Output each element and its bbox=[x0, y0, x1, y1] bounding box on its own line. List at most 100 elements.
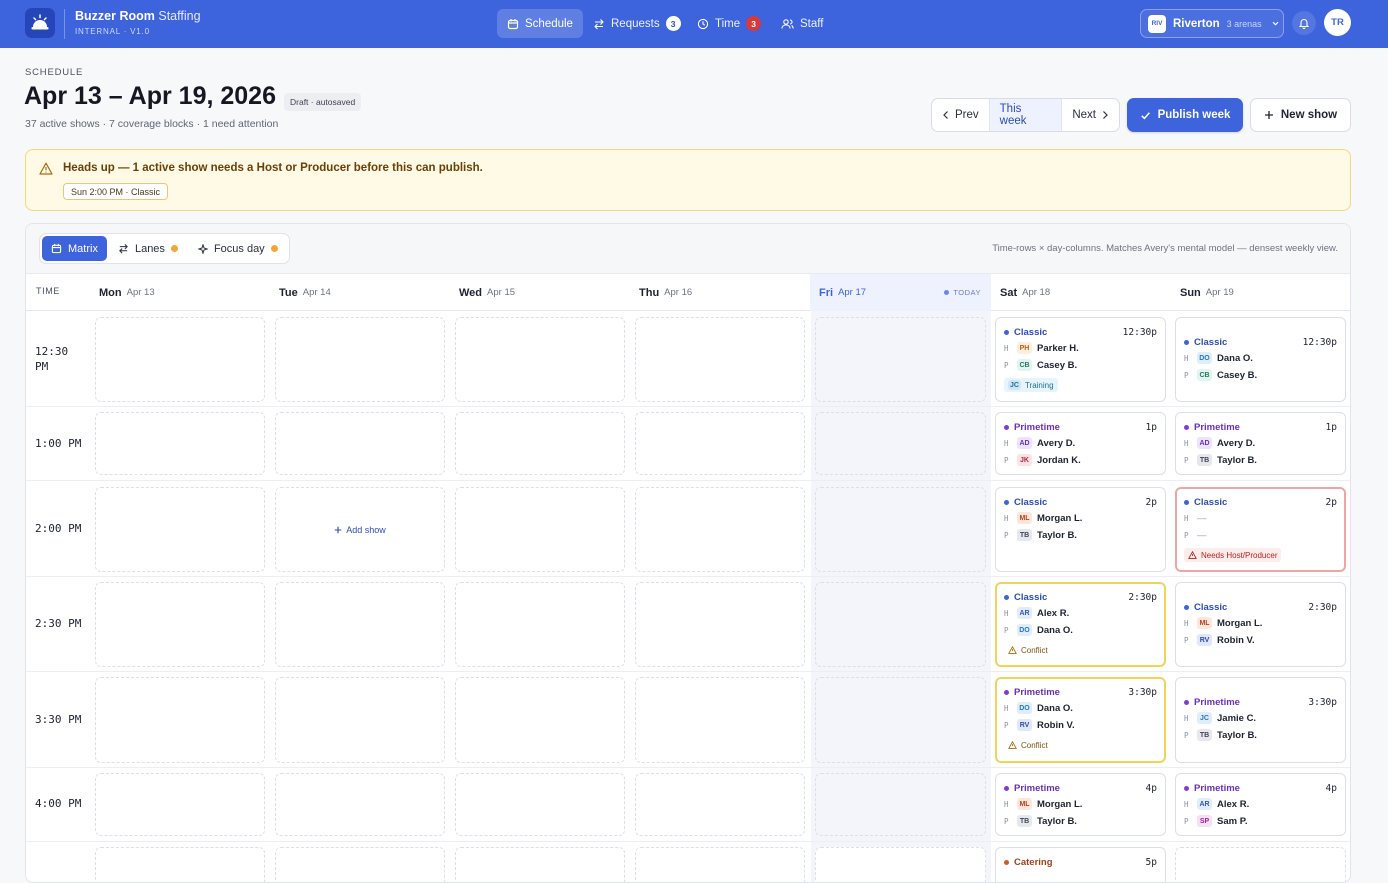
empty-slot[interactable] bbox=[95, 677, 265, 763]
host-row[interactable]: H AR Alex R. bbox=[1004, 605, 1157, 621]
empty-slot[interactable] bbox=[635, 412, 805, 475]
producer-row[interactable]: P DO Dana O. bbox=[1004, 622, 1157, 638]
host-row[interactable]: H AD Avery D. bbox=[1184, 435, 1337, 451]
producer-row[interactable]: P TB Taylor B. bbox=[1184, 727, 1337, 743]
empty-slot[interactable] bbox=[275, 677, 445, 763]
empty-slot[interactable] bbox=[815, 582, 986, 667]
view-switcher: Matrix Lanes Focus day bbox=[39, 233, 290, 264]
empty-slot[interactable] bbox=[95, 412, 265, 475]
host-row[interactable]: H JC Jamie C. bbox=[1184, 710, 1337, 726]
empty-slot[interactable] bbox=[1175, 847, 1346, 882]
empty-slot[interactable] bbox=[95, 773, 265, 836]
publish-warning-banner: Heads up — 1 active show needs a Host or… bbox=[25, 149, 1351, 211]
empty-slot[interactable] bbox=[95, 487, 265, 572]
host-row[interactable]: H ML Morgan L. bbox=[1004, 796, 1157, 812]
view-focus-tab[interactable]: Focus day bbox=[189, 236, 287, 261]
empty-slot[interactable] bbox=[275, 317, 445, 402]
prev-week-button[interactable]: Prev bbox=[932, 99, 990, 131]
empty-slot[interactable] bbox=[635, 582, 805, 667]
show-time: 12:30p bbox=[1122, 327, 1157, 338]
app-logo[interactable] bbox=[25, 8, 55, 38]
show-time: 3:30p bbox=[1308, 697, 1337, 708]
host-row[interactable]: H DO Dana O. bbox=[1004, 700, 1157, 716]
nav-tab-requests[interactable]: Requests 3 bbox=[583, 9, 691, 38]
host-row[interactable]: H AD Avery D. bbox=[1004, 435, 1157, 451]
producer-row[interactable]: P CB Casey B. bbox=[1004, 357, 1157, 373]
empty-slot[interactable] bbox=[635, 317, 805, 402]
show-card-sat-100[interactable]: Primetime 1p H AD Avery D. P JK Jordan K. bbox=[995, 412, 1166, 475]
producer-row[interactable]: P CB Casey B. bbox=[1184, 367, 1337, 383]
notifications-button[interactable] bbox=[1292, 11, 1316, 35]
show-card-sun-400[interactable]: Primetime 4p H AR Alex R. P SP Sam P. bbox=[1175, 773, 1346, 836]
nav-tab-staff[interactable]: Staff bbox=[771, 9, 833, 38]
producer-row[interactable]: P TB Taylor B. bbox=[1184, 452, 1337, 468]
empty-slot[interactable] bbox=[455, 773, 625, 836]
empty-slot[interactable] bbox=[95, 582, 265, 667]
clock-icon bbox=[697, 18, 709, 29]
empty-slot[interactable] bbox=[455, 487, 625, 572]
producer-row[interactable]: P RV Robin V. bbox=[1004, 717, 1157, 733]
empty-slot[interactable] bbox=[635, 677, 805, 763]
day-header-row: TIME Mon Apr 13 Tue Apr 14 Wed Apr 15 Thu Ap… bbox=[26, 274, 1350, 311]
add-show-button[interactable]: Add show bbox=[276, 488, 444, 571]
producer-row[interactable]: P TB Taylor B. bbox=[1004, 527, 1157, 543]
show-card-sat-1230[interactable]: Classic 12:30p H PH Parker H. P CB Casey B. J… bbox=[995, 317, 1166, 402]
empty-slot[interactable] bbox=[635, 487, 805, 572]
empty-slot[interactable] bbox=[815, 677, 986, 763]
empty-slot[interactable] bbox=[455, 412, 625, 475]
show-card-sat-400[interactable]: Primetime 4p H ML Morgan L. P TB Taylor B. bbox=[995, 773, 1166, 836]
show-card-sat-230[interactable]: Classic 2:30p H AR Alex R. P DO Dana O. Confl… bbox=[995, 582, 1166, 667]
empty-slot[interactable] bbox=[815, 773, 986, 836]
host-row[interactable]: H ML Morgan L. bbox=[1004, 510, 1157, 526]
empty-slot[interactable] bbox=[815, 412, 986, 475]
show-card-sat-500[interactable]: Catering 5p bbox=[995, 847, 1166, 882]
empty-slot[interactable] bbox=[275, 847, 445, 882]
schedule-panel: Matrix Lanes Focus day Time-rows × day-c… bbox=[25, 223, 1351, 883]
nav-tab-label: Staff bbox=[800, 17, 824, 30]
empty-slot[interactable] bbox=[815, 317, 986, 402]
empty-slot[interactable] bbox=[455, 677, 625, 763]
show-card-sun-330[interactable]: Primetime 3:30p H JC Jamie C. P TB Taylor B. bbox=[1175, 677, 1346, 763]
this-week-button[interactable]: This week bbox=[989, 99, 1063, 131]
host-row[interactable]: H AR Alex R. bbox=[1184, 796, 1337, 812]
producer-row[interactable]: P TB Taylor B. bbox=[1004, 813, 1157, 829]
empty-slot[interactable] bbox=[275, 773, 445, 836]
view-matrix-tab[interactable]: Matrix bbox=[42, 236, 107, 261]
empty-slot[interactable] bbox=[635, 773, 805, 836]
show-card-sun-1230[interactable]: Classic 12:30p H DO Dana O. P CB Casey B. bbox=[1175, 317, 1346, 402]
empty-slot[interactable] bbox=[455, 847, 625, 882]
producer-row[interactable]: P JK Jordan K. bbox=[1004, 452, 1157, 468]
empty-slot[interactable] bbox=[95, 847, 265, 882]
host-row[interactable]: H DO Dana O. bbox=[1184, 350, 1337, 366]
empty-slot[interactable] bbox=[815, 847, 986, 882]
empty-slot[interactable] bbox=[455, 582, 625, 667]
empty-slot[interactable] bbox=[455, 317, 625, 402]
producer-row[interactable]: P RV Robin V. bbox=[1184, 632, 1337, 648]
warning-show-chip[interactable]: Sun 2:00 PM · Classic bbox=[63, 183, 169, 200]
empty-slot[interactable] bbox=[95, 317, 265, 402]
producer-row[interactable]: P SP Sam P. bbox=[1184, 813, 1337, 829]
view-lanes-tab[interactable]: Lanes bbox=[109, 236, 187, 261]
empty-slot[interactable] bbox=[275, 412, 445, 475]
host-row[interactable]: H — bbox=[1184, 510, 1337, 526]
producer-row[interactable]: P — bbox=[1184, 527, 1337, 543]
user-avatar[interactable]: TR bbox=[1324, 9, 1351, 36]
nav-tab-schedule[interactable]: Schedule bbox=[497, 9, 583, 38]
show-card-sun-230[interactable]: Classic 2:30p H ML Morgan L. P RV Robin V. bbox=[1175, 582, 1346, 667]
add-show-slot[interactable]: Add show bbox=[275, 487, 445, 572]
host-row[interactable]: H PH Parker H. bbox=[1004, 340, 1157, 356]
show-card-sun-200[interactable]: Classic 2p H — P — Needs Host/Producer bbox=[1175, 487, 1346, 572]
publish-week-button[interactable]: Publish week bbox=[1127, 98, 1243, 132]
nav-tab-time[interactable]: Time 3 bbox=[687, 9, 771, 38]
show-type: Classic bbox=[1184, 337, 1227, 348]
show-card-sun-100[interactable]: Primetime 1p H AD Avery D. P TB Taylor B. bbox=[1175, 412, 1346, 475]
host-row[interactable]: H ML Morgan L. bbox=[1184, 615, 1337, 631]
location-switcher[interactable]: RIV Riverton 3 arenas bbox=[1140, 9, 1284, 38]
empty-slot[interactable] bbox=[635, 847, 805, 882]
empty-slot[interactable] bbox=[815, 487, 986, 572]
empty-slot[interactable] bbox=[275, 582, 445, 667]
show-card-sat-330[interactable]: Primetime 3:30p H DO Dana O. P RV Robin V. Co… bbox=[995, 677, 1166, 763]
new-show-button[interactable]: New show bbox=[1250, 98, 1351, 132]
show-card-sat-200[interactable]: Classic 2p H ML Morgan L. P TB Taylor B. bbox=[995, 487, 1166, 572]
next-week-button[interactable]: Next bbox=[1062, 99, 1119, 131]
